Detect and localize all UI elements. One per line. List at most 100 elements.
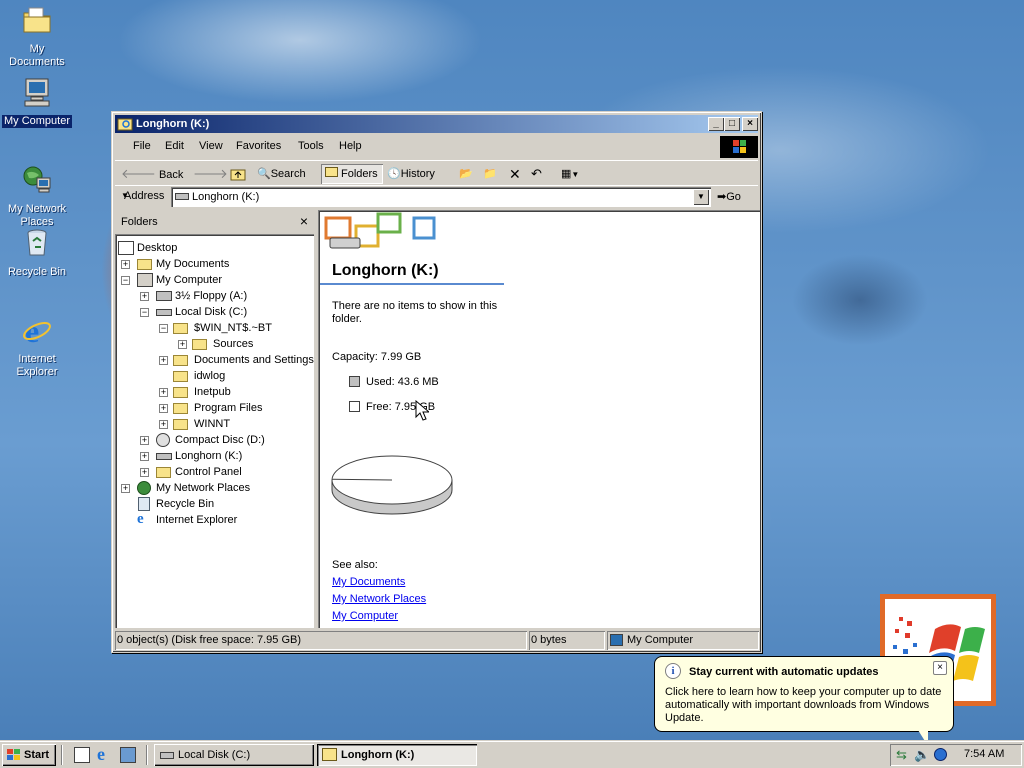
- internet-explorer-icon[interactable]: e: [97, 744, 105, 765]
- outlook-express-icon[interactable]: [120, 747, 136, 763]
- clock[interactable]: 7:54 AM: [964, 748, 1004, 760]
- close-icon: ×: [747, 118, 753, 129]
- tree-label: Compact Disc (D:): [175, 434, 265, 446]
- delete-button[interactable]: ✕: [509, 164, 527, 184]
- up-button[interactable]: [229, 164, 251, 184]
- history-icon: 🕓: [387, 168, 401, 180]
- folders-label: Folders: [341, 168, 378, 180]
- desktop-icon-my-documents[interactable]: My Documents: [0, 4, 74, 69]
- cd-drive-icon: [156, 433, 170, 447]
- menu-favorites[interactable]: Favorites: [236, 140, 281, 152]
- desktop-icon-label: My Network Places: [7, 203, 67, 228]
- undo-icon: ↶: [531, 166, 542, 181]
- throbber-logo: [720, 136, 758, 158]
- update-notification-balloon[interactable]: i Stay current with automatic updates Cl…: [654, 656, 954, 732]
- expand-icon[interactable]: +: [140, 436, 149, 445]
- expand-icon[interactable]: +: [159, 404, 168, 413]
- address-dropdown-button[interactable]: ▼: [693, 189, 709, 205]
- menu-edit[interactable]: Edit: [165, 140, 184, 152]
- search-button[interactable]: 🔍Search: [257, 164, 317, 184]
- back-label: Back: [158, 169, 184, 181]
- maximize-button[interactable]: □: [724, 117, 740, 131]
- link-my-computer[interactable]: My Computer: [332, 610, 398, 622]
- forward-button[interactable]: 🡒 ▼: [193, 164, 228, 200]
- close-folders-pane-icon[interactable]: ×: [300, 213, 308, 229]
- folder-icon: [173, 355, 188, 366]
- start-button[interactable]: Start: [2, 744, 56, 766]
- windows-logo-icon: [733, 140, 746, 153]
- taskbar-button-local-disk-c[interactable]: Local Disk (C:): [154, 744, 314, 766]
- expand-icon[interactable]: +: [121, 484, 130, 493]
- expand-icon[interactable]: +: [159, 388, 168, 397]
- folder-icon: [173, 419, 188, 430]
- folders-icon: [325, 167, 338, 177]
- window-title: Longhorn (K:): [136, 118, 210, 130]
- copy-to-button[interactable]: 📁: [483, 164, 503, 184]
- desktop-icon-my-network-places[interactable]: My Network Places: [0, 151, 74, 229]
- tree-label: Control Panel: [175, 466, 242, 478]
- tree-label: Recycle Bin: [156, 498, 215, 510]
- show-desktop-icon[interactable]: [74, 747, 90, 763]
- collapse-icon[interactable]: −: [159, 324, 168, 333]
- expand-icon[interactable]: +: [140, 468, 149, 477]
- windows-update-icon[interactable]: [934, 748, 947, 761]
- expand-icon[interactable]: +: [178, 340, 187, 349]
- up-folder-icon: [230, 169, 246, 181]
- volume-icon[interactable]: 🔈: [914, 747, 930, 763]
- network-icon: [137, 481, 151, 495]
- status-zone: My Computer: [607, 631, 759, 650]
- folders-header: Folders ×: [115, 212, 314, 232]
- link-my-documents[interactable]: My Documents: [332, 576, 405, 588]
- disk-usage-pie: [331, 455, 453, 515]
- taskbar-button-longhorn-k[interactable]: Longhorn (K:): [317, 744, 477, 766]
- expand-icon[interactable]: +: [159, 420, 168, 429]
- minimize-button[interactable]: _: [708, 117, 724, 131]
- back-button[interactable]: 🡐 Back ▼: [121, 164, 189, 200]
- floppy-drive-icon: [156, 291, 172, 301]
- tree-label: 3½ Floppy (A:): [175, 290, 248, 302]
- menu-file[interactable]: File: [133, 140, 151, 152]
- go-button[interactable]: ➡Go: [717, 187, 757, 207]
- desktop-icon-label: My Documents: [9, 43, 65, 68]
- menu-view[interactable]: View: [199, 140, 223, 152]
- control-panel-icon: [156, 467, 171, 478]
- collapse-icon[interactable]: −: [140, 308, 149, 317]
- address-input[interactable]: Longhorn (K:) ▼: [171, 187, 711, 207]
- desktop-icon-internet-explorer[interactable]: e Internet Explorer: [0, 301, 74, 379]
- move-to-button[interactable]: 📂: [459, 164, 479, 184]
- history-label: History: [400, 168, 435, 180]
- close-button[interactable]: ×: [742, 117, 758, 131]
- chevron-down-icon: ▼: [697, 192, 705, 201]
- history-button[interactable]: 🕓History: [387, 164, 445, 184]
- expand-icon[interactable]: +: [159, 356, 168, 365]
- computer-icon: [137, 273, 153, 287]
- menu-tools[interactable]: Tools: [298, 140, 324, 152]
- desktop-icon-recycle-bin[interactable]: Recycle Bin: [0, 227, 74, 279]
- window-titlebar[interactable]: Longhorn (K:) _ □ ×: [115, 115, 758, 133]
- views-icon: ▦: [561, 168, 572, 180]
- network-connection-icon[interactable]: ⇆: [896, 747, 907, 763]
- menu-bar: File Edit View Favorites Tools Help: [115, 136, 758, 158]
- windows-logo-icon: [7, 749, 20, 760]
- folder-tree: Desktop + My Documents − My Computer + 3…: [115, 234, 314, 628]
- views-button[interactable]: ▦▼: [561, 164, 591, 184]
- folders-title: Folders: [121, 216, 158, 228]
- taskbar: Start e Local Disk (C:) Longhorn (K:) ⇆ …: [0, 740, 1024, 768]
- back-arrow-icon: 🡐: [121, 166, 156, 181]
- balloon-close-button[interactable]: ×: [933, 661, 947, 675]
- go-arrow-icon: ➡: [717, 191, 727, 203]
- desktop-icon-my-computer[interactable]: My Computer: [0, 76, 74, 128]
- balloon-body: Click here to learn how to keep your com…: [665, 686, 942, 724]
- folder-icon: [192, 339, 207, 350]
- drive-banner-graphic: [324, 212, 436, 249]
- collapse-icon[interactable]: −: [121, 276, 130, 285]
- expand-icon[interactable]: +: [121, 260, 130, 269]
- expand-icon[interactable]: +: [140, 292, 149, 301]
- menu-help[interactable]: Help: [339, 140, 362, 152]
- desktop-icon-label: My Computer: [1, 115, 73, 128]
- expand-icon[interactable]: +: [140, 452, 149, 461]
- search-icon: 🔍: [257, 168, 271, 180]
- undo-button[interactable]: ↶: [531, 164, 551, 184]
- link-my-network-places[interactable]: My Network Places: [332, 593, 426, 605]
- folders-button[interactable]: Folders: [321, 164, 383, 184]
